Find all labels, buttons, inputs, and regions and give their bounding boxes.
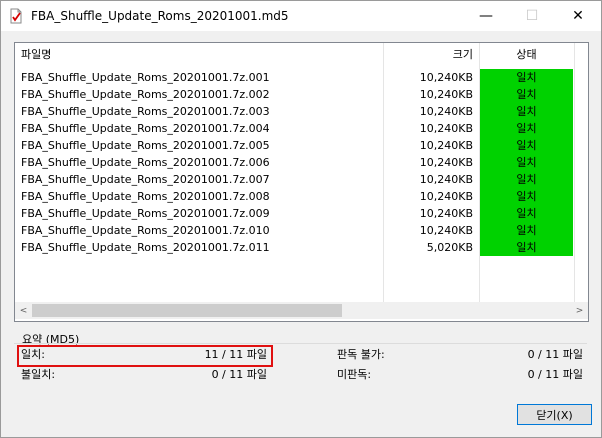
file-size: 10,240KB [419,139,473,152]
undetermined-label: 판독 불가: [337,348,385,361]
table-row[interactable]: FBA_Shuffle_Update_Roms_20201001.7z.004 … [15,120,588,137]
table-row[interactable]: FBA_Shuffle_Update_Roms_20201001.7z.003 … [15,103,588,120]
status-badge: 일치 [480,171,573,188]
file-name: FBA_Shuffle_Update_Roms_20201001.7z.010 [21,224,270,237]
status-badge: 일치 [480,188,573,205]
file-list[interactable]: 파일명 크기 상태 FBA_Shuffle_Update_Roms_202010… [14,42,589,322]
title-bar[interactable]: FBA_Shuffle_Update_Roms_20201001.md5 — ☐… [1,1,601,31]
file-name: FBA_Shuffle_Update_Roms_20201001.7z.011 [21,241,270,254]
match-label: 일치: [21,348,45,361]
status-badge: 일치 [480,137,573,154]
match-value: 11 / 11 파일 [204,348,267,361]
file-size: 10,240KB [419,71,473,84]
close-window-button[interactable]: ✕ [555,1,601,31]
file-size: 10,240KB [419,105,473,118]
scroll-left-icon[interactable]: < [15,302,32,319]
file-size: 10,240KB [419,190,473,203]
column-header-filename[interactable]: 파일명 [21,43,51,67]
file-size: 10,240KB [419,224,473,237]
file-size: 10,240KB [419,156,473,169]
table-row[interactable]: FBA_Shuffle_Update_Roms_20201001.7z.007 … [15,171,588,188]
undetermined-value: 0 / 11 파일 [527,348,583,361]
mismatch-value: 0 / 11 파일 [211,368,267,381]
file-rows: FBA_Shuffle_Update_Roms_20201001.7z.001 … [15,69,588,256]
file-size: 5,020KB [426,241,473,254]
file-name: FBA_Shuffle_Update_Roms_20201001.7z.002 [21,88,270,101]
status-badge: 일치 [480,103,573,120]
unread-value: 0 / 11 파일 [527,368,583,381]
minimize-button[interactable]: — [463,1,509,31]
table-row[interactable]: FBA_Shuffle_Update_Roms_20201001.7z.011 … [15,239,588,256]
scroll-right-icon[interactable]: > [571,302,588,319]
file-name: FBA_Shuffle_Update_Roms_20201001.7z.004 [21,122,270,135]
status-badge: 일치 [480,120,573,137]
status-badge: 일치 [480,239,573,256]
maximize-button[interactable]: ☐ [509,1,555,31]
table-row[interactable]: FBA_Shuffle_Update_Roms_20201001.7z.002 … [15,86,588,103]
file-name: FBA_Shuffle_Update_Roms_20201001.7z.006 [21,156,270,169]
file-name: FBA_Shuffle_Update_Roms_20201001.7z.005 [21,139,270,152]
scrollbar-thumb[interactable] [32,304,342,317]
table-row[interactable]: FBA_Shuffle_Update_Roms_20201001.7z.006 … [15,154,588,171]
status-badge: 일치 [480,86,573,103]
file-size: 10,240KB [419,88,473,101]
table-row[interactable]: FBA_Shuffle_Update_Roms_20201001.7z.008 … [15,188,588,205]
list-header: 파일명 크기 상태 [15,43,588,67]
horizontal-scrollbar[interactable]: < > [15,302,588,319]
file-name: FBA_Shuffle_Update_Roms_20201001.7z.008 [21,190,270,203]
md5-verify-window: FBA_Shuffle_Update_Roms_20201001.md5 — ☐… [0,0,602,438]
file-size: 10,240KB [419,173,473,186]
file-size: 10,240KB [419,122,473,135]
status-badge: 일치 [480,69,573,86]
status-badge: 일치 [480,205,573,222]
file-name: FBA_Shuffle_Update_Roms_20201001.7z.007 [21,173,270,186]
table-row[interactable]: FBA_Shuffle_Update_Roms_20201001.7z.009 … [15,205,588,222]
checksum-file-icon [10,8,22,24]
mismatch-label: 불일치: [21,368,56,381]
file-name: FBA_Shuffle_Update_Roms_20201001.7z.009 [21,207,270,220]
table-row[interactable]: FBA_Shuffle_Update_Roms_20201001.7z.001 … [15,69,588,86]
status-badge: 일치 [480,222,573,239]
file-size: 10,240KB [419,207,473,220]
column-header-status[interactable]: 상태 [480,43,573,67]
window-title: FBA_Shuffle_Update_Roms_20201001.md5 [31,9,289,23]
column-header-size[interactable]: 크기 [383,43,473,67]
table-row[interactable]: FBA_Shuffle_Update_Roms_20201001.7z.010 … [15,222,588,239]
file-name: FBA_Shuffle_Update_Roms_20201001.7z.001 [21,71,270,84]
close-button[interactable]: 닫기(X) [517,404,592,425]
unread-label: 미판독: [337,368,372,381]
file-name: FBA_Shuffle_Update_Roms_20201001.7z.003 [21,105,270,118]
status-badge: 일치 [480,154,573,171]
table-row[interactable]: FBA_Shuffle_Update_Roms_20201001.7z.005 … [15,137,588,154]
